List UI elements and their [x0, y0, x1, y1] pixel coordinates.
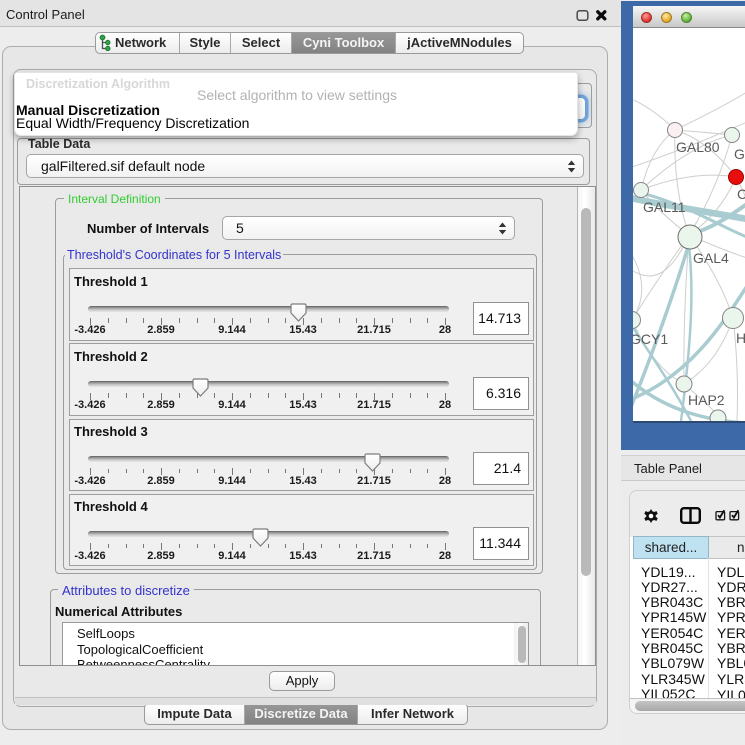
svg-text:GAL4: GAL4 — [693, 250, 729, 266]
svg-text:GAL11: GAL11 — [643, 199, 686, 215]
svg-text:GAL80: GAL80 — [676, 139, 720, 155]
svg-text:C: C — [737, 186, 745, 202]
svg-text:GA: GA — [734, 146, 745, 162]
svg-text:HAP2: HAP2 — [688, 392, 725, 408]
svg-text:H: H — [736, 330, 745, 346]
svg-text:GCY1: GCY1 — [633, 331, 668, 347]
